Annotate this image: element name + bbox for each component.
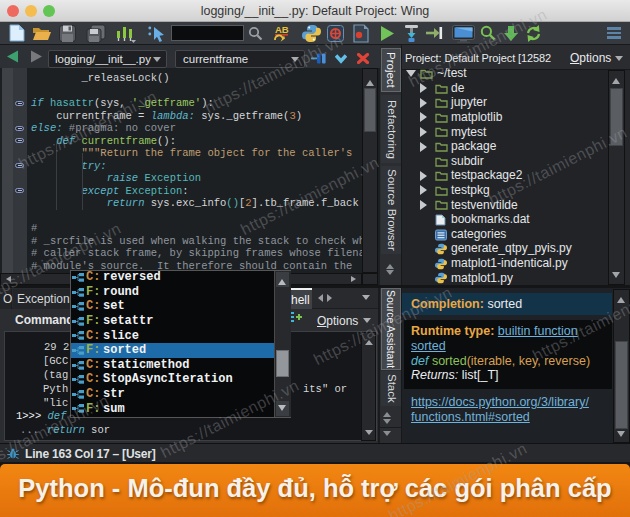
svg-text:AB: AB bbox=[275, 24, 289, 35]
